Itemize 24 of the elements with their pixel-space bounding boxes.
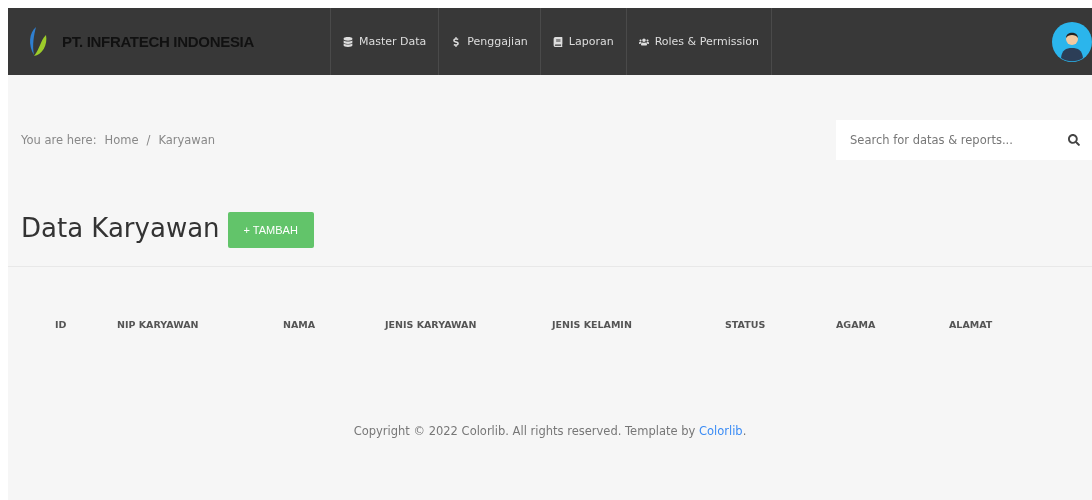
column-header: JENIS KELAMIN [552,319,633,330]
column-header: NIP KARYAWAN [117,319,200,330]
nav-link[interactable]: Laporan [540,8,627,75]
dollar-icon [451,36,462,47]
nav-link[interactable]: Roles & Permission [626,8,772,75]
breadcrumb-label: You are here: [21,133,97,147]
book-icon [552,36,563,47]
search-field[interactable]: Search for datas & reports... [836,120,1092,160]
nav-link[interactable]: Master Data [331,8,440,75]
database-icon [343,36,353,47]
logo-icon [28,26,48,57]
users-icon [638,36,649,47]
column-header: ID [55,319,68,330]
page-title: Data Karyawan [21,213,220,243]
breadcrumb-separator: / [146,133,151,147]
column-header: JENIS KARYAWAN [385,319,478,330]
column-header: AGAMA [836,319,877,330]
nav-link[interactable]: Penggajian [439,8,541,75]
search-icon[interactable] [1068,134,1080,146]
column-header: ALAMAT [949,319,994,330]
avatar-icon[interactable] [1052,21,1092,62]
copyright-text: Copyright © 2022 Colorlib. All rights reserved. Template by Colorlib. [353,424,747,438]
column-header: NAMA [283,319,317,330]
column-header: STATUS [725,319,767,330]
